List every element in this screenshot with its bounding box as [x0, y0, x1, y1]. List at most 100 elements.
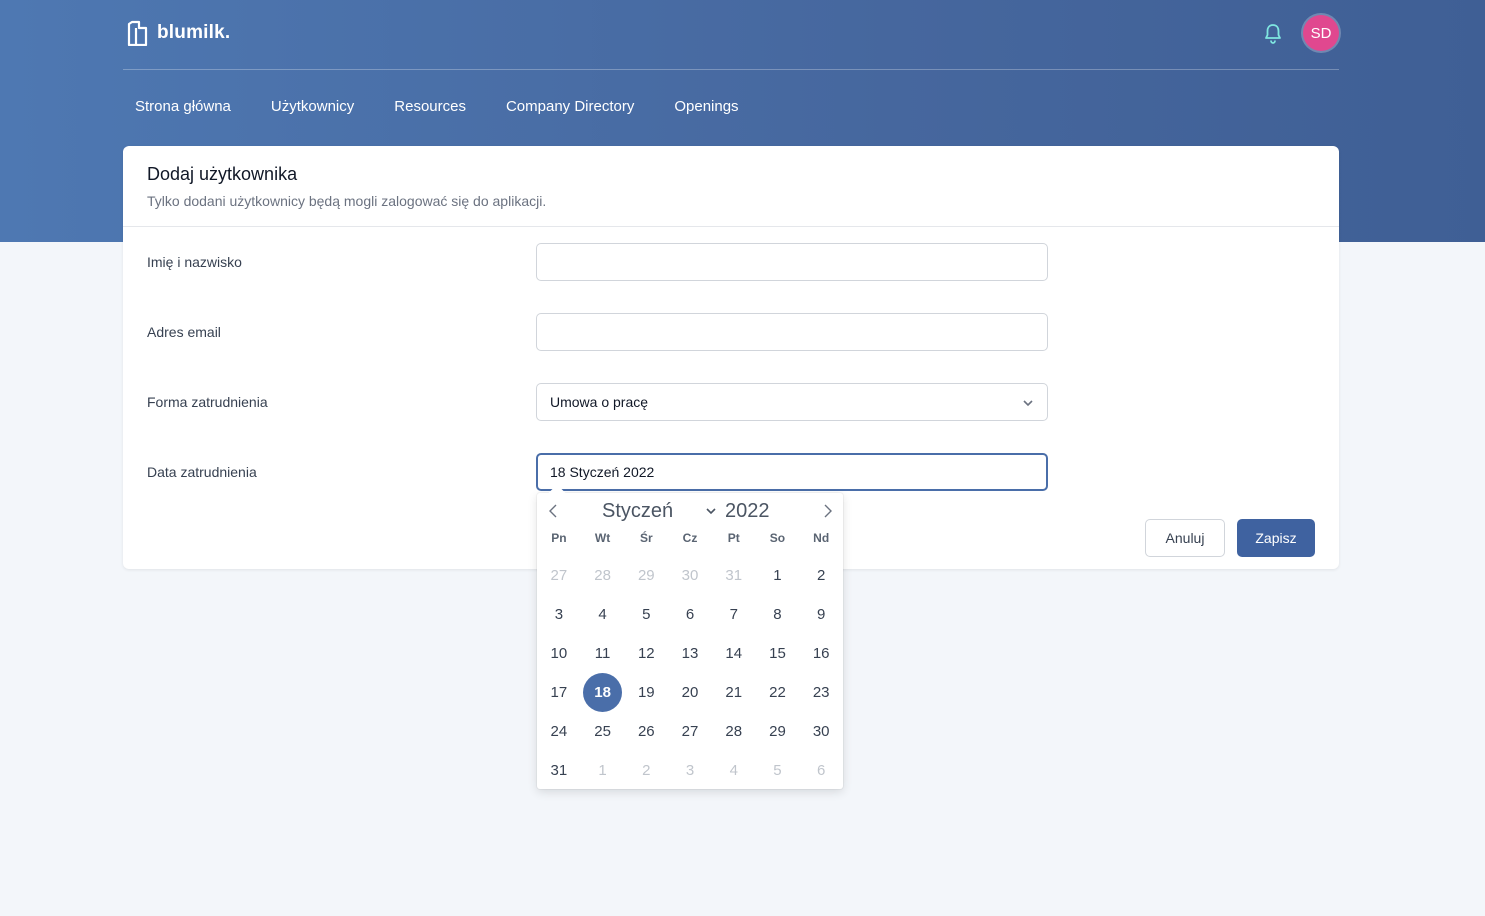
- calendar-day-number: 13: [681, 645, 699, 662]
- weekday-label: Pn: [551, 531, 567, 545]
- calendar-day[interactable]: 6: [668, 595, 712, 634]
- calendar-day-number: 3: [554, 606, 564, 623]
- calendar-day[interactable]: 2: [624, 751, 668, 790]
- calendar-day[interactable]: 1: [756, 556, 800, 595]
- calendar-day[interactable]: 14: [712, 634, 756, 673]
- calendar-day-number: 1: [773, 567, 782, 584]
- calendar-day[interactable]: 26: [624, 712, 668, 751]
- calendar-day[interactable]: 20: [668, 673, 712, 712]
- calendar-day[interactable]: 10: [537, 634, 581, 673]
- calendar-day[interactable]: 4: [581, 595, 625, 634]
- calendar-day[interactable]: 25: [581, 712, 625, 751]
- calendar-day-number: 29: [769, 723, 786, 740]
- calendar-day[interactable]: 29: [624, 556, 668, 595]
- calendar-day[interactable]: 28: [581, 556, 625, 595]
- calendar-day[interactable]: 1: [581, 751, 625, 790]
- employment-label: Forma zatrudnienia: [147, 394, 268, 410]
- employment-select-value: Umowa o pracę: [550, 394, 649, 410]
- email-input[interactable]: [536, 313, 1048, 351]
- calendar-day[interactable]: 2: [799, 556, 843, 595]
- calendar-day[interactable]: 9: [799, 595, 843, 634]
- calendar-day[interactable]: 29: [756, 712, 800, 751]
- calendar-day[interactable]: 31: [537, 751, 581, 790]
- avatar[interactable]: SD: [1303, 15, 1339, 51]
- calendar-day-number: 5: [642, 606, 651, 623]
- calendar-day[interactable]: 16: [799, 634, 843, 673]
- nav-item-openings[interactable]: Openings: [662, 90, 750, 126]
- calendar-day-number: 7: [729, 606, 738, 623]
- chevron-right-icon[interactable]: [818, 502, 836, 520]
- cancel-button[interactable]: Anuluj: [1145, 519, 1225, 557]
- calendar-day[interactable]: 7: [712, 595, 756, 634]
- calendar-day-number: 2: [642, 762, 651, 779]
- calendar-day[interactable]: 23: [799, 673, 843, 712]
- page-subtitle: Tylko dodani użytkownicy będą mogli zalo…: [147, 193, 547, 209]
- nav-item-company-directory[interactable]: Company Directory: [494, 90, 646, 126]
- card-header: Dodaj użytkownika Tylko dodani użytkowni…: [123, 146, 1339, 227]
- employment-row: Forma zatrudnienia Umowa o pracę: [123, 383, 1339, 423]
- bell-icon[interactable]: [1261, 22, 1285, 46]
- save-button[interactable]: Zapisz: [1237, 519, 1315, 557]
- calendar-day[interactable]: 5: [756, 751, 800, 790]
- calendar-day-number: 27: [681, 723, 699, 740]
- calendar-day[interactable]: 19: [624, 673, 668, 712]
- calendar-day[interactable]: 17: [537, 673, 581, 712]
- calendar-day[interactable]: 8: [756, 595, 800, 634]
- calendar-day-number: 15: [769, 645, 786, 662]
- calendar-day[interactable]: 3: [537, 595, 581, 634]
- calendar-day[interactable]: 21: [712, 673, 756, 712]
- weekday-label: Pt: [727, 531, 740, 545]
- calendar-day-number: 26: [637, 723, 655, 740]
- logo-text: blumilk.: [157, 22, 231, 43]
- name-label: Imię i nazwisko: [147, 254, 242, 270]
- calendar-day[interactable]: 11: [581, 634, 625, 673]
- calendar-day[interactable]: 12: [624, 634, 668, 673]
- date-input[interactable]: 18 Styczeń 2022: [536, 453, 1048, 491]
- logo[interactable]: blumilk.: [127, 19, 230, 47]
- date-picker: Styczeń 2022 Pn Wt Śr Cz Pt So Nd 27 28 29…: [537, 484, 843, 790]
- calendar-day[interactable]: 3: [668, 751, 712, 790]
- weekday-label: Nd: [813, 531, 830, 545]
- calendar-day-number: 29: [637, 567, 655, 584]
- calendar-day[interactable]: 27: [537, 556, 581, 595]
- calendar-day[interactable]: 27: [668, 712, 712, 751]
- calendar-day-number: 16: [812, 645, 830, 662]
- calendar-week-row: 24 25 26 27 28 29 30: [537, 712, 843, 751]
- calendar-day[interactable]: 30: [668, 556, 712, 595]
- calendar-day[interactable]: 30: [799, 712, 843, 751]
- calendar-day[interactable]: 4: [712, 751, 756, 790]
- calendar-day[interactable]: 15: [756, 634, 800, 673]
- calendar-day-number: 14: [725, 645, 743, 662]
- calendar-day-number: 19: [637, 684, 655, 701]
- calendar-day-number: 3: [685, 762, 695, 779]
- chevron-left-icon[interactable]: [545, 502, 563, 520]
- calendar-day-number: 30: [681, 567, 699, 584]
- name-input[interactable]: [536, 243, 1048, 281]
- email-label: Adres email: [147, 324, 221, 340]
- weekday-label: Cz: [682, 531, 698, 545]
- calendar-day-number: 4: [729, 762, 738, 779]
- calendar-day-selected[interactable]: 18: [581, 673, 625, 712]
- calendar-day-number: 28: [725, 723, 743, 740]
- date-input-value: 18 Styczeń 2022: [550, 464, 655, 480]
- calendar-day[interactable]: 24: [537, 712, 581, 751]
- calendar-day[interactable]: 28: [712, 712, 756, 751]
- calendar-day-number: 10: [550, 645, 568, 662]
- calendar-day-number: 12: [637, 645, 655, 662]
- calendar-day[interactable]: 31: [712, 556, 756, 595]
- nav-item-users[interactable]: Użytkownicy: [259, 90, 366, 126]
- nav-item-resources[interactable]: Resources: [382, 90, 478, 126]
- calendar-day[interactable]: 5: [624, 595, 668, 634]
- nav-item-home[interactable]: Strona główna: [123, 90, 243, 126]
- calendar-day-number: 31: [725, 567, 743, 584]
- weekday-header: Pn Wt Śr Cz Pt So Nd: [537, 531, 843, 551]
- calendar-day-number: 31: [550, 762, 568, 779]
- employment-select[interactable]: Umowa o pracę: [536, 383, 1048, 421]
- year-input[interactable]: 2022: [725, 500, 770, 523]
- calendar-day[interactable]: 13: [668, 634, 712, 673]
- calendar-day[interactable]: 22: [756, 673, 800, 712]
- calendar-day-number: 17: [550, 684, 568, 701]
- calendar-day-number: 24: [550, 723, 568, 740]
- calendar-day[interactable]: 6: [799, 751, 843, 790]
- month-select[interactable]: Styczeń: [602, 500, 673, 523]
